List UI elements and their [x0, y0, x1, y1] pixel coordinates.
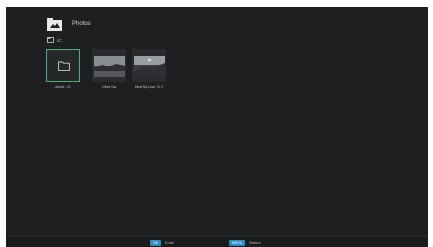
breadcrumb-path: /C:	[57, 37, 63, 43]
breadcrumb: /C:	[47, 36, 63, 44]
menu-key-badge: MENU	[229, 239, 246, 246]
photo-browser-screen: Photos /C: Adobe - 01 I Miss You Send My…	[6, 7, 428, 247]
photo-thumbnail-icon	[94, 56, 125, 77]
folder-icon	[47, 37, 54, 43]
enter-label: Enter	[165, 240, 175, 245]
photo-thumbnail-icon	[134, 56, 165, 77]
folder-icon	[58, 61, 70, 71]
ok-key-badge: OK	[150, 239, 162, 246]
page-title: Photos	[72, 21, 91, 27]
return-label: Return	[249, 240, 261, 245]
enter-hint[interactable]: OK Enter	[150, 239, 174, 246]
grid-item-photo[interactable]: Send My Love, To Y	[132, 49, 168, 89]
item-label: Send My Love, To Y	[134, 85, 164, 89]
photo-thumbnail-box	[92, 49, 126, 82]
grid-item-photo[interactable]: I Miss You	[92, 49, 128, 89]
folder-thumbnail	[46, 49, 80, 82]
photo-folder-icon	[47, 18, 62, 31]
footer-hints: OK Enter MENU Return	[6, 236, 428, 247]
item-label: Adobe - 01	[55, 85, 71, 89]
photo-thumbnail-box	[132, 49, 166, 82]
item-label: I Miss You	[101, 85, 117, 89]
return-hint[interactable]: MENU Return	[229, 239, 261, 246]
grid-item-folder[interactable]: Adobe - 01	[46, 49, 82, 89]
